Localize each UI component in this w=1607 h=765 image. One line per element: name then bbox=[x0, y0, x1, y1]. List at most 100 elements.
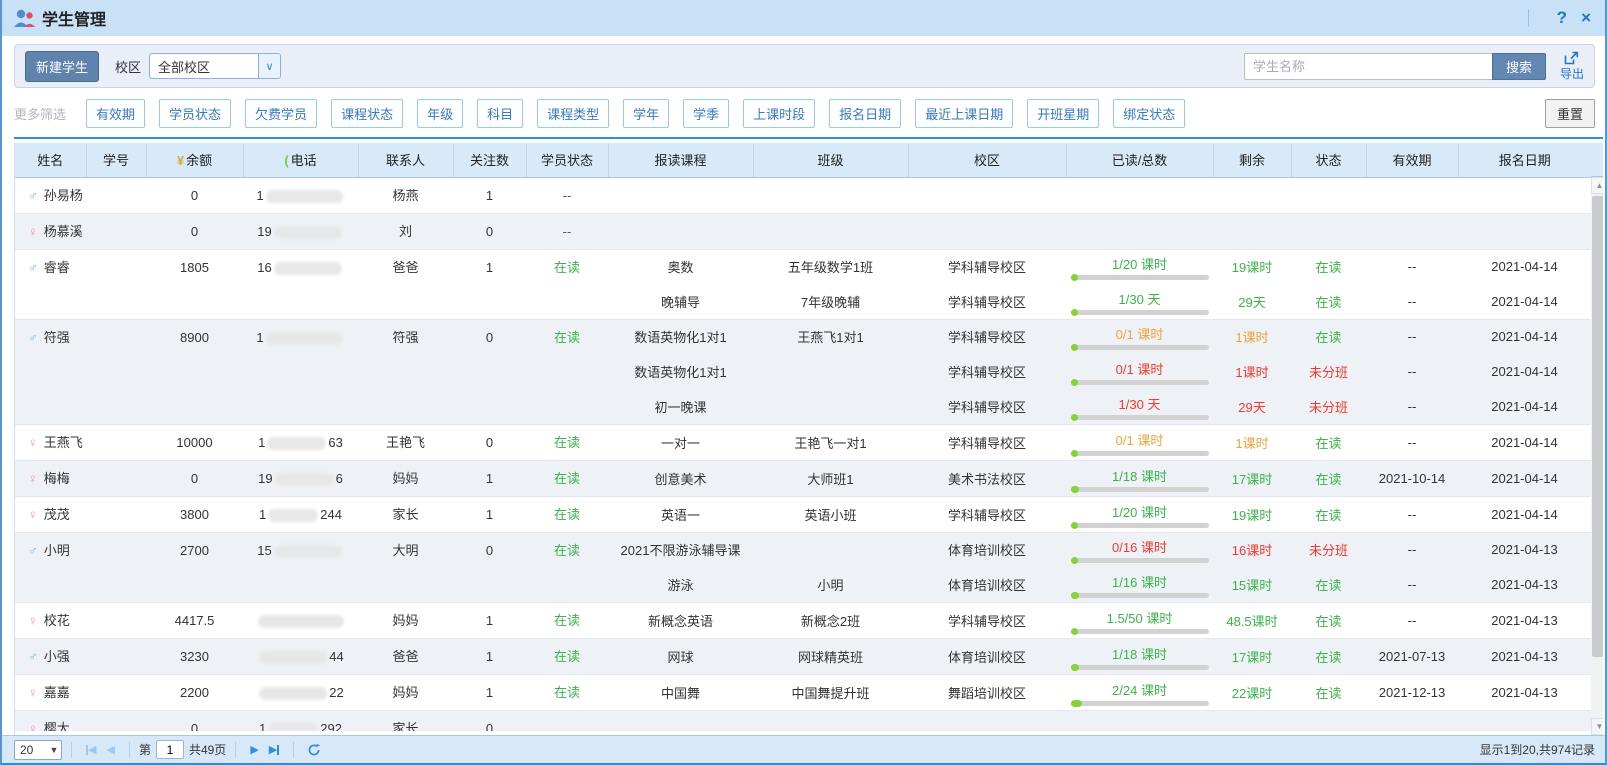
export-button[interactable]: 导出 bbox=[1560, 51, 1584, 81]
contact-cell: 爸爸 bbox=[358, 249, 453, 319]
column-header-6[interactable]: 学员状态 bbox=[526, 143, 608, 177]
student-name-cell[interactable]: ♀嘉嘉 bbox=[15, 674, 86, 710]
column-header-0[interactable]: 姓名 bbox=[15, 143, 86, 177]
filter-button-9[interactable]: 上课时段 bbox=[743, 99, 815, 128]
student-no-cell bbox=[86, 249, 146, 319]
student-name-cell[interactable]: ♀杨慕溪 bbox=[15, 213, 86, 249]
table-row[interactable]: ♀梅梅0196妈妈1在读创意美术大师班1美术书法校区1/18 课时17课时在读2… bbox=[15, 460, 1591, 496]
table-row[interactable]: ♀杨慕溪019刘0-- bbox=[15, 213, 1591, 249]
page-size-select[interactable]: 20 ▼ bbox=[14, 740, 62, 760]
student-name-cell[interactable]: ♀樱大 bbox=[15, 710, 86, 731]
scroll-down-icon[interactable]: ▼ bbox=[1591, 718, 1603, 735]
filter-button-12[interactable]: 开班星期 bbox=[1027, 99, 1099, 128]
more-filters-label: 更多筛选 bbox=[14, 104, 66, 123]
column-header-4[interactable]: 联系人 bbox=[358, 143, 453, 177]
balance-value: 0 bbox=[146, 711, 243, 731]
column-header-2[interactable]: ¥余额 bbox=[146, 143, 243, 177]
prev-page-button[interactable]: ◀ bbox=[106, 743, 114, 756]
class-cell: 王艳飞一对1 bbox=[753, 424, 908, 460]
search-input[interactable] bbox=[1244, 53, 1492, 80]
table-row[interactable]: ♂符强89001符强0在读数语英物化1对1王燕飞1对1学科辅导校区0/1 课时1… bbox=[15, 319, 1591, 354]
filter-button-10[interactable]: 报名日期 bbox=[829, 99, 901, 128]
scrollbar-track[interactable] bbox=[1591, 194, 1603, 718]
column-header-3[interactable]: (电话 bbox=[243, 143, 358, 177]
course-cell: 网球 bbox=[608, 638, 753, 674]
filter-button-7[interactable]: 学年 bbox=[623, 99, 669, 128]
table-header-row: 姓名学号¥余额(电话联系人关注数学员状态报读课程班级校区已读/总数剩余状态有效期… bbox=[15, 143, 1591, 177]
remaining-cell: 15课时 bbox=[1213, 567, 1291, 602]
table-row[interactable]: ♂孙易杨01杨燕1-- bbox=[15, 178, 1591, 214]
filter-buttons: 有效期学员状态欠费学员课程状态年级科目课程类型学年学季上课时段报名日期最近上课日… bbox=[86, 99, 1185, 128]
class-cell bbox=[753, 178, 908, 214]
reset-button[interactable]: 重置 bbox=[1545, 99, 1595, 128]
export-icon bbox=[1564, 51, 1579, 68]
scroll-up-icon[interactable]: ▲ bbox=[1591, 177, 1603, 194]
table-row[interactable]: ♂小强323044爸爸1在读网球网球精英班体育培训校区1/18 课时17课时在读… bbox=[15, 638, 1591, 674]
phone-prefix: 16 bbox=[257, 260, 271, 275]
last-page-button[interactable]: ▶ bbox=[269, 743, 279, 756]
column-header-12[interactable]: 状态 bbox=[1291, 143, 1366, 177]
table-row[interactable]: ♂小明270015大明0在读2021不限游泳辅导课体育培训校区0/16 课时16… bbox=[15, 532, 1591, 567]
column-header-13[interactable]: 有效期 bbox=[1366, 143, 1458, 177]
contact-cell: 爸爸 bbox=[358, 638, 453, 674]
next-page-button[interactable]: ▶ bbox=[250, 743, 258, 756]
student-name-cell[interactable]: ♀茂茂 bbox=[15, 496, 86, 532]
column-header-label: 报名日期 bbox=[1499, 153, 1551, 168]
column-header-8[interactable]: 班级 bbox=[753, 143, 908, 177]
filter-button-13[interactable]: 绑定状态 bbox=[1113, 99, 1185, 128]
progress-bar-fill bbox=[1071, 522, 1078, 529]
remaining-cell: 22课时 bbox=[1213, 674, 1291, 710]
table-row[interactable]: ♂睿睿180516爸爸1在读奥数五年级数学1班学科辅导校区1/20 课时19课时… bbox=[15, 249, 1591, 284]
filter-button-6[interactable]: 课程类型 bbox=[537, 99, 609, 128]
column-header-1[interactable]: 学号 bbox=[86, 143, 146, 177]
filter-bar: 更多筛选 有效期学员状态欠费学员课程状态年级科目课程类型学年学季上课时段报名日期… bbox=[14, 94, 1595, 132]
balance-cell: 3230 bbox=[146, 638, 243, 674]
filter-button-8[interactable]: 学季 bbox=[683, 99, 729, 128]
refresh-icon[interactable] bbox=[307, 743, 321, 757]
filter-button-2[interactable]: 欠费学员 bbox=[245, 99, 317, 128]
new-student-button[interactable]: 新建学生 bbox=[25, 51, 99, 82]
filter-button-5[interactable]: 科目 bbox=[477, 99, 523, 128]
filter-button-1[interactable]: 学员状态 bbox=[159, 99, 231, 128]
filter-button-11[interactable]: 最近上课日期 bbox=[915, 99, 1013, 128]
filter-button-0[interactable]: 有效期 bbox=[86, 99, 145, 128]
column-header-14[interactable]: 报名日期 bbox=[1458, 143, 1591, 177]
column-header-11[interactable]: 剩余 bbox=[1213, 143, 1291, 177]
progress-bar bbox=[1071, 523, 1209, 528]
close-button[interactable]: × bbox=[1581, 8, 1591, 28]
student-name-cell[interactable]: ♀校花 bbox=[15, 602, 86, 638]
column-header-5[interactable]: 关注数 bbox=[453, 143, 526, 177]
table-row[interactable]: ♀校花4417.5妈妈1在读新概念英语新概念2班学科辅导校区1.5/50 课时4… bbox=[15, 602, 1591, 638]
progress-text: 1/16 课时 bbox=[1066, 574, 1213, 591]
campus-select[interactable]: 全部校区 ∨ bbox=[149, 53, 281, 79]
filter-button-3[interactable]: 课程状态 bbox=[331, 99, 403, 128]
scrollbar-thumb[interactable] bbox=[1592, 196, 1603, 657]
phone-prefix: 1 bbox=[256, 188, 263, 203]
table-row[interactable]: ♀嘉嘉220022妈妈1在读中国舞中国舞提升班舞蹈培训校区2/24 课时22课时… bbox=[15, 674, 1591, 710]
student-name-cell[interactable]: ♂小强 bbox=[15, 638, 86, 674]
contact-cell: 妈妈 bbox=[358, 460, 453, 496]
student-name-cell[interactable]: ♀王燕飞 bbox=[15, 424, 86, 460]
student-name-cell[interactable]: ♂孙易杨 bbox=[15, 178, 86, 214]
vertical-scrollbar[interactable]: ▲ ▼ bbox=[1591, 143, 1603, 735]
course-state-cell: 未分班 bbox=[1291, 532, 1366, 567]
pager-divider bbox=[71, 742, 72, 758]
column-header-9[interactable]: 校区 bbox=[908, 143, 1066, 177]
table-row[interactable]: ♀樱大01292家长0 bbox=[15, 710, 1591, 731]
student-name-cell[interactable]: ♂小明 bbox=[15, 532, 86, 602]
table-row[interactable]: ♀茂茂38001244家长1在读英语一英语小班学科辅导校区1/20 课时19课时… bbox=[15, 496, 1591, 532]
first-page-button[interactable]: ◀ bbox=[86, 743, 96, 756]
student-name-cell[interactable]: ♂符强 bbox=[15, 319, 86, 424]
campus-cell: 学科辅导校区 bbox=[908, 389, 1066, 424]
column-header-7[interactable]: 报读课程 bbox=[608, 143, 753, 177]
help-button[interactable]: ? bbox=[1557, 8, 1567, 28]
page-number-input[interactable] bbox=[156, 740, 184, 759]
student-name: 嘉嘉 bbox=[44, 685, 70, 700]
student-name-cell[interactable]: ♂睿睿 bbox=[15, 249, 86, 319]
search-button[interactable]: 搜索 bbox=[1492, 53, 1546, 80]
filter-button-4[interactable]: 年级 bbox=[417, 99, 463, 128]
follow-count-cell: 0 bbox=[453, 319, 526, 424]
student-name-cell[interactable]: ♀梅梅 bbox=[15, 460, 86, 496]
column-header-10[interactable]: 已读/总数 bbox=[1066, 143, 1213, 177]
table-row[interactable]: ♀王燕飞10000163王艳飞0在读一对一王艳飞一对1学科辅导校区0/1 课时1… bbox=[15, 424, 1591, 460]
